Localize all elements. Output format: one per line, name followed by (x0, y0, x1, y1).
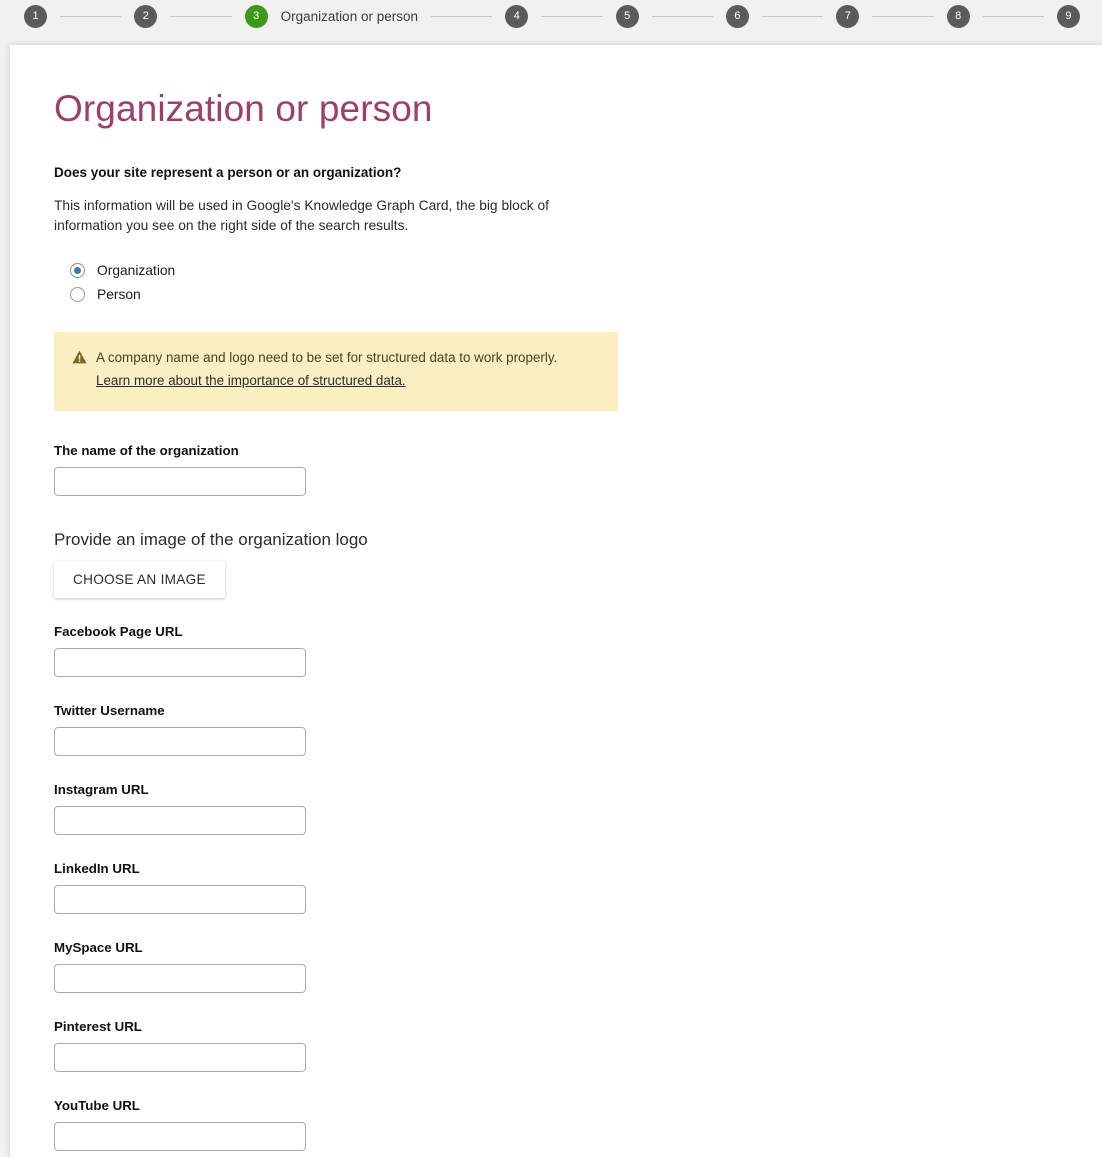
instagram-url-input[interactable] (54, 805, 306, 835)
radio-option-organization[interactable]: Organization (54, 259, 1058, 283)
step-9[interactable]: 9 (1056, 5, 1080, 28)
myspace-url-label: MySpace URL (54, 939, 143, 955)
step-8[interactable]: 8 (946, 5, 970, 28)
step-connector (430, 16, 493, 17)
radio-unselected-icon (70, 287, 85, 303)
step-8-number: 8 (946, 5, 970, 28)
step-6[interactable]: 6 (725, 5, 749, 28)
step-6-number: 6 (725, 5, 749, 28)
facebook-page-url-input[interactable] (54, 647, 306, 677)
radio-option-person-label: Person (97, 287, 141, 303)
structured-data-learn-more-link[interactable]: Learn more about the importance of struc… (96, 371, 406, 391)
youtube-url-label: YouTube URL (54, 1097, 140, 1113)
instagram-url-label: Instagram URL (54, 781, 149, 797)
twitter-username-label: Twitter Username (54, 702, 165, 718)
myspace-url-input[interactable] (54, 963, 306, 993)
step-7[interactable]: 7 (836, 5, 860, 28)
step-connector (170, 16, 232, 17)
entity-type-radio-group: Organization Person (54, 259, 1058, 307)
step-3[interactable]: 3 Organization or person (244, 5, 418, 28)
step-1[interactable]: 1 (24, 5, 47, 28)
step-7-number: 7 (836, 5, 860, 28)
step-connector (541, 16, 603, 17)
pinterest-url-label: Pinterest URL (54, 1018, 142, 1034)
step-2[interactable]: 2 (134, 5, 158, 28)
organization-name-input[interactable] (54, 466, 306, 496)
wizard-card: Organization or person Does your site re… (10, 45, 1102, 1157)
step-connector (651, 16, 713, 17)
radio-option-organization-label: Organization (97, 263, 176, 279)
youtube-url-input[interactable] (54, 1121, 306, 1151)
logo-upload-label: Provide an image of the organization log… (54, 529, 368, 549)
warning-message: A company name and logo need to be set f… (96, 349, 558, 365)
step-5-number: 5 (615, 5, 639, 28)
linkedin-url-input[interactable] (54, 884, 306, 914)
step-2-number: 2 (134, 5, 158, 28)
structured-data-warning: A company name and logo need to be set f… (54, 331, 618, 411)
facebook-page-url-label: Facebook Page URL (54, 623, 183, 639)
warning-triangle-icon (72, 350, 87, 369)
radio-selected-icon (70, 263, 85, 279)
step-3-label: Organization or person (280, 9, 418, 24)
step-connector (982, 16, 1044, 17)
step-3-number: 3 (244, 5, 268, 28)
step-5[interactable]: 5 (615, 5, 639, 28)
question-heading: Does your site represent a person or an … (54, 164, 402, 180)
page-title: Organization or person (54, 88, 433, 129)
step-1-number: 1 (24, 5, 47, 28)
step-connector (872, 16, 934, 17)
radio-option-person[interactable]: Person (54, 283, 1058, 307)
twitter-username-input[interactable] (54, 726, 306, 756)
step-connector (761, 16, 824, 17)
step-4-number: 4 (505, 5, 529, 28)
pinterest-url-input[interactable] (54, 1042, 306, 1072)
choose-an-image-button[interactable]: CHOOSE AN IMAGE (54, 560, 225, 598)
linkedin-url-label: LinkedIn URL (54, 860, 140, 876)
step-9-number: 9 (1056, 5, 1080, 28)
intro-paragraph: This information will be used in Google'… (54, 197, 549, 233)
organization-name-label: The name of the organization (54, 442, 239, 458)
step-connector (60, 16, 122, 17)
step-4[interactable]: 4 (505, 5, 529, 28)
wizard-stepper: 1 2 3 Organization or person 4 5 6 7 8 9 (0, 0, 1102, 33)
